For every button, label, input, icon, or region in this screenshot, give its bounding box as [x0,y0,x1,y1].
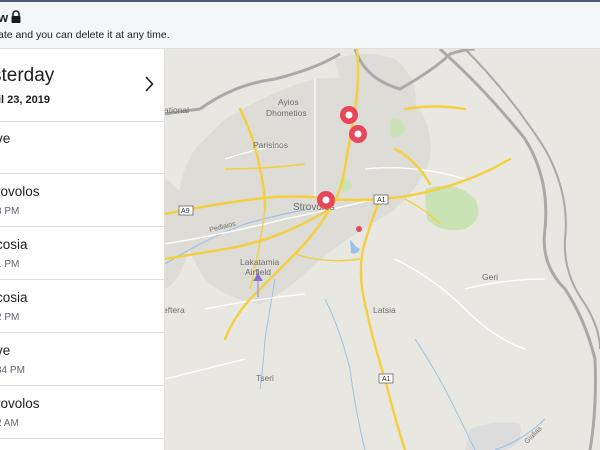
label-ayios: Ayios [278,97,299,107]
day-header: sterday il 23, 2019 [0,49,164,122]
shield-a1-north: A1 [377,197,386,204]
entry-place: ve [0,131,11,146]
entry-place: rovolos [0,396,40,411]
entry-time: 2 AM [0,418,19,429]
chevron-right-icon[interactable] [144,76,154,92]
location-pin[interactable] [340,106,358,124]
entry-time: 34 PM [0,365,25,376]
entry-time: 2 PM [0,312,20,323]
label-lakatamia: Lakatamia [240,257,279,267]
label-latsia: Latsia [373,305,396,315]
location-dot[interactable] [356,226,362,232]
timeline-entry[interactable]: ve 34 PM [0,334,164,386]
label-gialias: Gialias [523,425,543,445]
location-pin[interactable] [317,191,335,209]
label-dhometios: Dhometios [266,108,307,118]
timeline-entry[interactable]: ve [0,122,164,174]
shield-a1-south: A1 [382,376,391,383]
timeline-panel: sterday il 23, 2019 ve rovolos 3 PM cosi… [0,49,165,450]
timeline-entry[interactable]: rovolos 2 AM [0,387,164,439]
map-canvas: Ayios Dhometios ational Parisinos Strovo… [165,49,600,450]
top-bar: w ate and you can delete it at any time. [0,0,600,49]
entry-place: cosia [0,237,28,252]
timeline-entry[interactable]: cosia 2 PM [0,281,164,333]
location-pin[interactable] [349,125,367,143]
location-map[interactable]: Ayios Dhometios ational Parisinos Strovo… [165,49,600,450]
label-eftera: eftera [165,305,185,315]
entry-place: ve [0,343,11,358]
label-parisinos: Parisinos [253,140,288,150]
page-title: w [0,10,9,25]
timeline-entry[interactable]: rovolos 3 PM [0,175,164,227]
entry-time: 1 PM [0,259,20,270]
label-airfield: Airfield [245,267,271,277]
day-date: il 23, 2019 [0,94,50,106]
entry-place: rovolos [0,184,40,199]
day-title: sterday [0,65,55,86]
entry-time: 3 PM [0,206,20,217]
shield-a9: A9 [181,208,190,215]
privacy-notice: ate and you can delete it at any time. [0,29,170,41]
entry-place: cosia [0,290,28,305]
label-ational: ational [165,105,189,115]
lock-icon [11,10,21,23]
label-tseri: Tseri [256,373,274,383]
timeline-entry[interactable]: cosia 1 PM [0,228,164,280]
label-geri: Geri [482,272,498,282]
